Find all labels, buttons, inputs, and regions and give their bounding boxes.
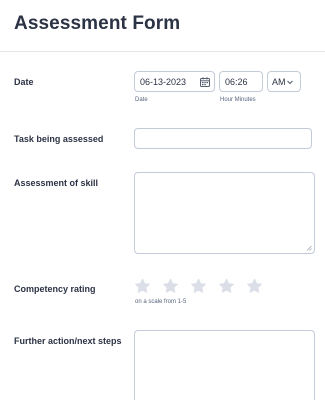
form-header: Assessment Form xyxy=(0,0,325,52)
star-icon-1[interactable] xyxy=(134,278,151,294)
date-value: 06-13-2023 xyxy=(140,77,187,87)
date-input[interactable]: 06-13-2023 xyxy=(134,71,215,92)
time-sublabel: Hour Minutes xyxy=(220,97,256,103)
time-input[interactable]: 06:26 xyxy=(219,71,263,92)
star-icon-4[interactable] xyxy=(218,278,235,294)
date-label: Date xyxy=(14,77,34,87)
star-icon-5[interactable] xyxy=(246,278,263,294)
next-steps-label: Further action/next steps xyxy=(14,336,122,346)
rating-label: Competency rating xyxy=(14,284,96,294)
time-value: 06:26 xyxy=(225,77,248,87)
form-title: Assessment Form xyxy=(14,13,181,34)
chevron-down-icon xyxy=(287,80,293,85)
skill-label: Assessment of skill xyxy=(14,178,99,188)
next-steps-textarea[interactable] xyxy=(134,330,315,400)
ampm-value: AM xyxy=(272,77,286,87)
star-icon-3[interactable] xyxy=(190,278,207,294)
calendar-icon[interactable] xyxy=(200,77,210,87)
rating-sublabel: on a scale from 1-5 xyxy=(135,299,187,305)
star-icon-2[interactable] xyxy=(162,278,179,294)
date-sublabel: Date xyxy=(135,97,148,103)
ampm-select[interactable]: AM xyxy=(267,71,301,92)
skill-textarea[interactable] xyxy=(134,172,315,254)
task-input[interactable] xyxy=(134,128,312,149)
task-label: Task being assessed xyxy=(14,134,104,144)
resize-handle-icon[interactable] xyxy=(306,245,312,251)
